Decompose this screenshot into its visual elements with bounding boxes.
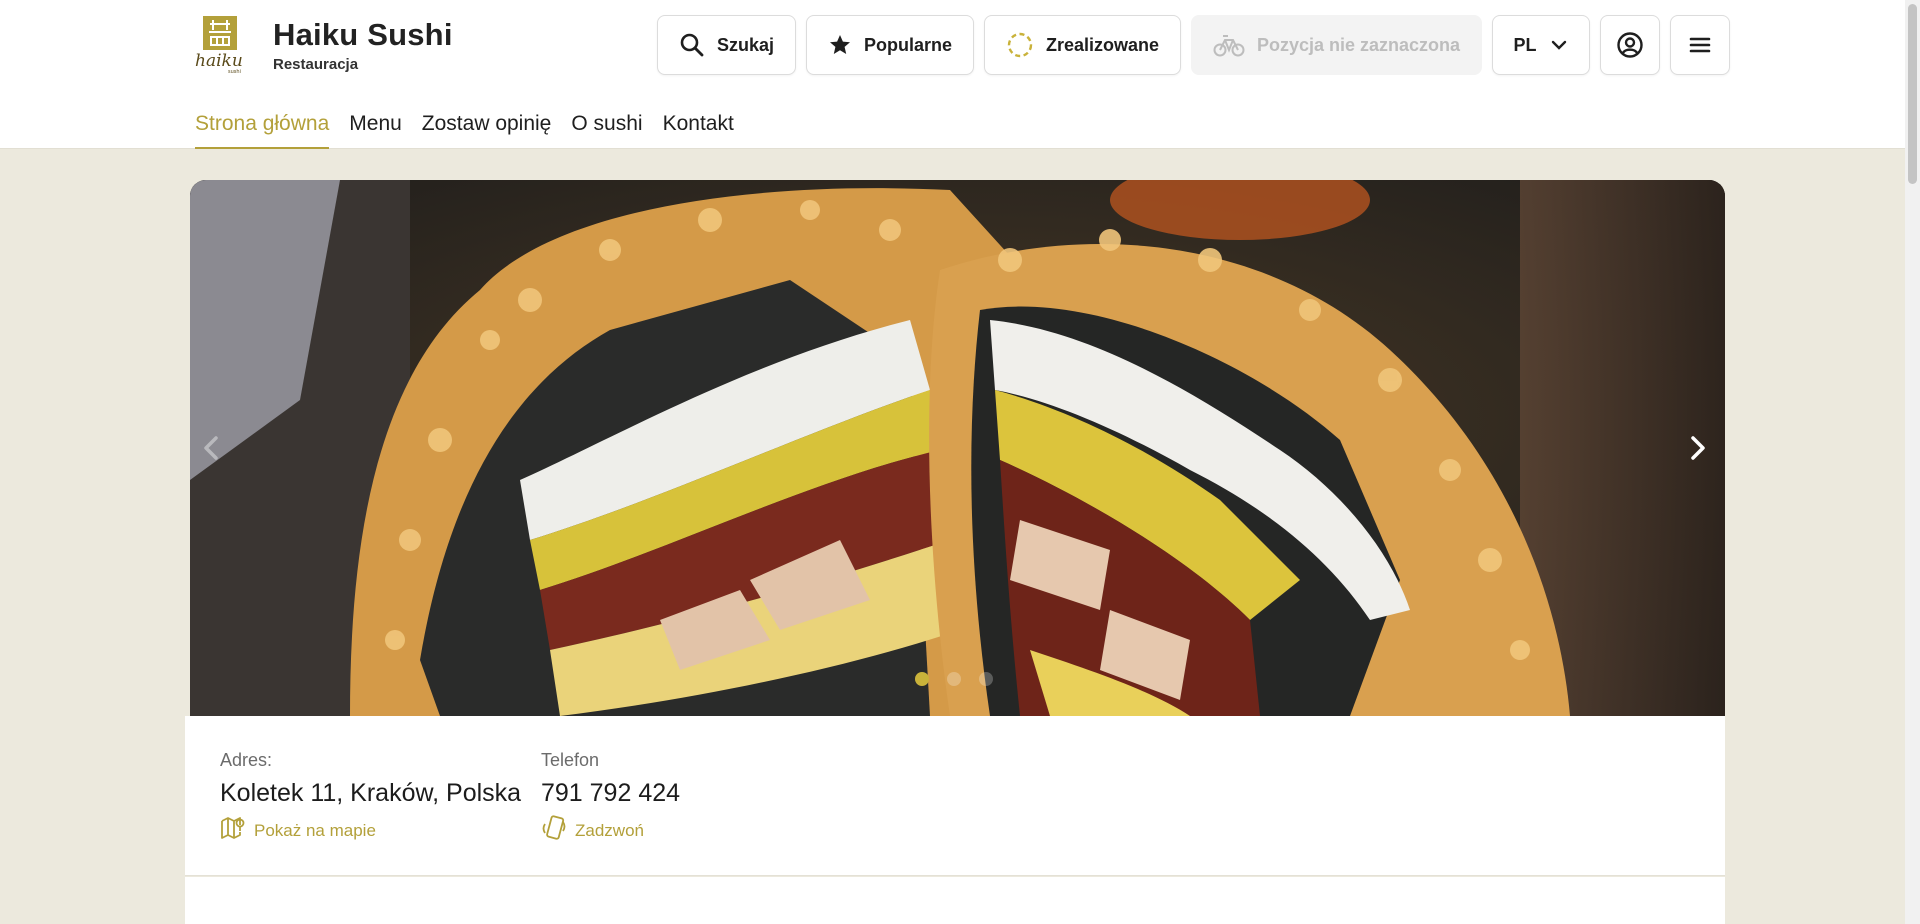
completed-label: Zrealizowane: [1045, 34, 1160, 55]
phone-block: Telefon 791 792 424 Zadzwoń: [541, 750, 680, 846]
language-value: PL: [1513, 34, 1537, 55]
address-label: Adres:: [220, 750, 273, 770]
search-button[interactable]: Szukaj: [657, 15, 796, 75]
logo-text: haiku: [195, 51, 243, 71]
phone-value: 791 792 424: [541, 779, 681, 807]
carousel-next-button[interactable]: [1677, 428, 1717, 468]
user-circle-icon: [1616, 31, 1644, 59]
scrollbar[interactable]: [1905, 0, 1920, 924]
logo: haiku sushi: [193, 16, 249, 75]
carousel-dot[interactable]: [947, 672, 961, 686]
phone-icon: [541, 815, 567, 846]
phone-label: Telefon: [541, 750, 600, 770]
position-button[interactable]: Pozycja nie zaznaczona: [1191, 15, 1482, 75]
hero-carousel[interactable]: [190, 180, 1725, 716]
loading-ring-icon: [1006, 31, 1034, 59]
map-pin-icon: [220, 815, 246, 846]
site-header: haiku sushi Haiku Sushi Restauracja Szuk…: [0, 0, 1920, 149]
logo-small: sushi: [228, 69, 241, 74]
call-link[interactable]: Zadzwoń: [541, 815, 680, 846]
address-value: Koletek 11, Kraków, Polska: [220, 779, 522, 807]
chevron-down-icon: [1549, 35, 1569, 55]
nav-item-menu[interactable]: Menu: [349, 108, 402, 149]
language-select[interactable]: PL: [1492, 15, 1590, 75]
chevron-right-icon: [1691, 436, 1705, 460]
brand[interactable]: haiku sushi Haiku Sushi Restauracja: [193, 16, 453, 75]
carousel-dots: [915, 672, 993, 686]
bicycle-icon: [1213, 32, 1245, 58]
content-card: [185, 877, 1725, 924]
carousel-dot[interactable]: [979, 672, 993, 686]
popular-label: Popularne: [863, 34, 952, 55]
main-nav: Strona główna Menu Zostaw opinię O sushi…: [185, 108, 744, 149]
search-icon: [679, 32, 705, 58]
carousel-prev-button[interactable]: [192, 428, 232, 468]
nav-item-review[interactable]: Zostaw opinię: [422, 108, 552, 149]
brand-name: Haiku Sushi: [273, 17, 453, 52]
hero-image: [190, 180, 1725, 716]
chevron-left-icon: [204, 436, 218, 460]
star-icon: [828, 33, 852, 57]
nav-item-home[interactable]: Strona główna: [195, 108, 330, 149]
nav-item-about-sushi[interactable]: O sushi: [571, 108, 642, 149]
search-label: Szukaj: [716, 34, 775, 55]
hamburger-icon: [1688, 33, 1712, 57]
scrollbar-thumb[interactable]: [1908, 4, 1917, 184]
nav-item-contact[interactable]: Kontakt: [663, 108, 734, 149]
toolbar: Szukaj Popularne Zrealizowane Pozycja ni…: [657, 15, 1730, 75]
restaurant-info: Adres: Koletek 11, Kraków, Polska Pokaż …: [185, 716, 1725, 876]
popular-button[interactable]: Popularne: [806, 15, 974, 75]
show-on-map-label: Pokaż na mapie: [254, 820, 376, 840]
completed-button[interactable]: Zrealizowane: [984, 15, 1181, 75]
address-block: Adres: Koletek 11, Kraków, Polska Pokaż …: [220, 750, 521, 846]
carousel-dot[interactable]: [915, 672, 929, 686]
account-button[interactable]: [1600, 15, 1660, 75]
show-on-map-link[interactable]: Pokaż na mapie: [220, 815, 521, 846]
brand-subtitle: Restauracja: [273, 56, 359, 73]
menu-button[interactable]: [1670, 15, 1730, 75]
call-label: Zadzwoń: [575, 820, 644, 840]
position-label: Pozycja nie zaznaczona: [1256, 34, 1461, 55]
